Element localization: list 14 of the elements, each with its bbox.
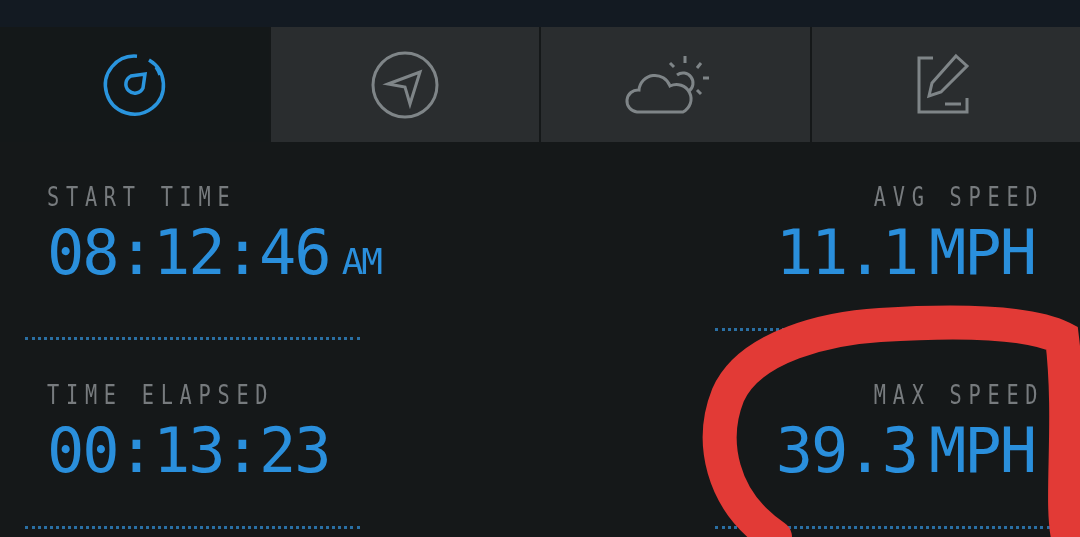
stat-unit: MPH	[929, 218, 1035, 288]
stat-label: AVG SPEED	[873, 182, 1044, 212]
compass-icon	[369, 49, 440, 120]
tab[interactable]	[268, 27, 539, 142]
stat-value: 11.1	[775, 218, 917, 288]
stat-value: 00:13:23	[47, 416, 330, 486]
stat-unit: MPH	[929, 416, 1035, 486]
stat-label: START TIME	[47, 182, 237, 212]
stat-label: MAX SPEED	[873, 380, 1044, 410]
stat-value: 08:12:46	[47, 218, 330, 288]
stat-value: 39.3	[775, 416, 917, 486]
tab[interactable]	[809, 27, 1080, 142]
stat-label: TIME ELAPSED	[47, 380, 275, 410]
stat-unit: AM	[341, 240, 381, 284]
